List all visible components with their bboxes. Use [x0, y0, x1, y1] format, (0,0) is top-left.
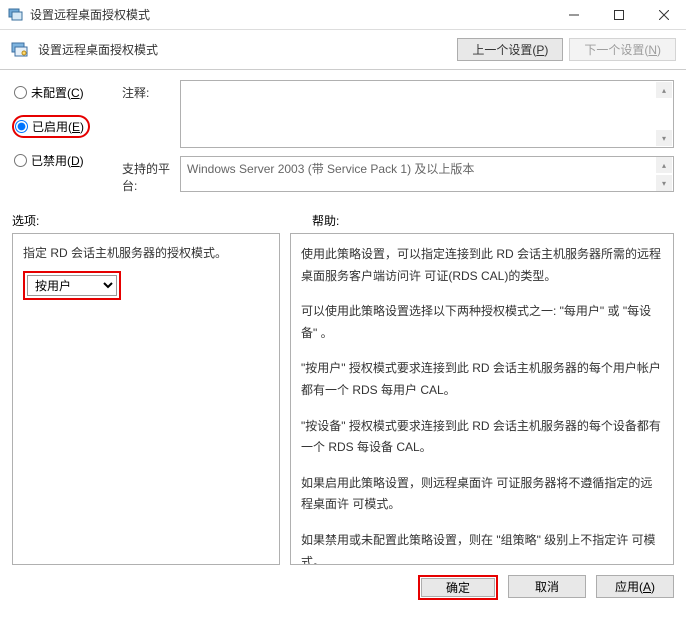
next-setting-label: 下一个设置(N) [584, 41, 661, 58]
mode-select-highlight: 按用户 [23, 271, 121, 300]
help-section-label: 帮助: [292, 212, 674, 229]
radio-not-configured-input[interactable] [14, 86, 27, 99]
help-paragraph: 使用此策略设置，可以指定连接到此 RD 会话主机服务器所需的远程桌面服务客户端访… [301, 244, 663, 287]
page-title: 设置远程桌面授权模式 [38, 41, 457, 58]
cancel-button[interactable]: 取消 [508, 575, 586, 598]
radio-disabled[interactable]: 已禁用(D) [12, 150, 122, 171]
ok-button-highlight: 确定 [418, 575, 498, 600]
apply-button-label: 应用(A) [615, 578, 655, 595]
scroll-up-icon[interactable]: ▴ [656, 157, 672, 173]
help-paragraph: "按设备" 授权模式要求连接到此 RD 会话主机服务器的每个设备都有一个 RDS… [301, 416, 663, 459]
platform-box: Windows Server 2003 (带 Service Pack 1) 及… [180, 156, 674, 192]
radio-enabled-input[interactable] [15, 120, 28, 133]
maximize-button[interactable] [596, 0, 641, 30]
close-button[interactable] [641, 0, 686, 30]
help-panel: 使用此策略设置，可以指定连接到此 RD 会话主机服务器所需的远程桌面服务客户端访… [290, 233, 674, 565]
apply-button[interactable]: 应用(A) [596, 575, 674, 598]
policy-icon [10, 40, 30, 60]
dialog-footer: 确定 取消 应用(A) [0, 565, 686, 600]
next-setting-button: 下一个设置(N) [569, 38, 676, 61]
radio-enabled-label: 已启用(E) [32, 118, 84, 135]
window-icon [8, 7, 24, 23]
header: 设置远程桌面授权模式 上一个设置(P) 下一个设置(N) [0, 30, 686, 70]
scroll-down-icon[interactable]: ▾ [656, 130, 672, 146]
minimize-button[interactable] [551, 0, 596, 30]
annotation-label: 注释: [122, 80, 180, 148]
mode-select[interactable]: 按用户 [27, 275, 117, 296]
scroll-down-icon[interactable]: ▾ [656, 175, 672, 191]
scroll-up-icon[interactable]: ▴ [656, 82, 672, 98]
radio-disabled-label: 已禁用(D) [31, 152, 84, 169]
radio-enabled[interactable]: 已启用(E) [12, 115, 90, 138]
radio-disabled-input[interactable] [14, 154, 27, 167]
ok-button[interactable]: 确定 [421, 578, 495, 597]
platform-label: 支持的平台: [122, 156, 180, 194]
options-panel: 指定 RD 会话主机服务器的授权模式。 按用户 [12, 233, 280, 565]
annotation-textarea[interactable]: ▴ ▾ [180, 80, 674, 148]
radio-not-configured[interactable]: 未配置(C) [12, 82, 122, 103]
window-title: 设置远程桌面授权模式 [30, 6, 551, 23]
platform-value: Windows Server 2003 (带 Service Pack 1) 及… [187, 160, 474, 177]
help-paragraph: "按用户" 授权模式要求连接到此 RD 会话主机服务器的每个用户帐户都有一个 R… [301, 358, 663, 401]
titlebar: 设置远程桌面授权模式 [0, 0, 686, 30]
help-paragraph: 如果禁用或未配置此策略设置，则在 "组策略" 级别上不指定许 可模式。 [301, 530, 663, 565]
radio-not-configured-label: 未配置(C) [31, 84, 84, 101]
option-description: 指定 RD 会话主机服务器的授权模式。 [23, 244, 269, 261]
prev-setting-label: 上一个设置(P) [472, 41, 548, 58]
prev-setting-button[interactable]: 上一个设置(P) [457, 38, 563, 61]
options-section-label: 选项: [12, 212, 292, 229]
state-radio-group: 未配置(C) 已启用(E) 已禁用(D) [12, 80, 122, 202]
window-controls [551, 0, 686, 30]
help-paragraph: 如果启用此策略设置，则远程桌面许 可证服务器将不遵循指定的远程桌面许 可模式。 [301, 473, 663, 516]
help-paragraph: 可以使用此策略设置选择以下两种授权模式之一: "每用户" 或 "每设备" 。 [301, 301, 663, 344]
